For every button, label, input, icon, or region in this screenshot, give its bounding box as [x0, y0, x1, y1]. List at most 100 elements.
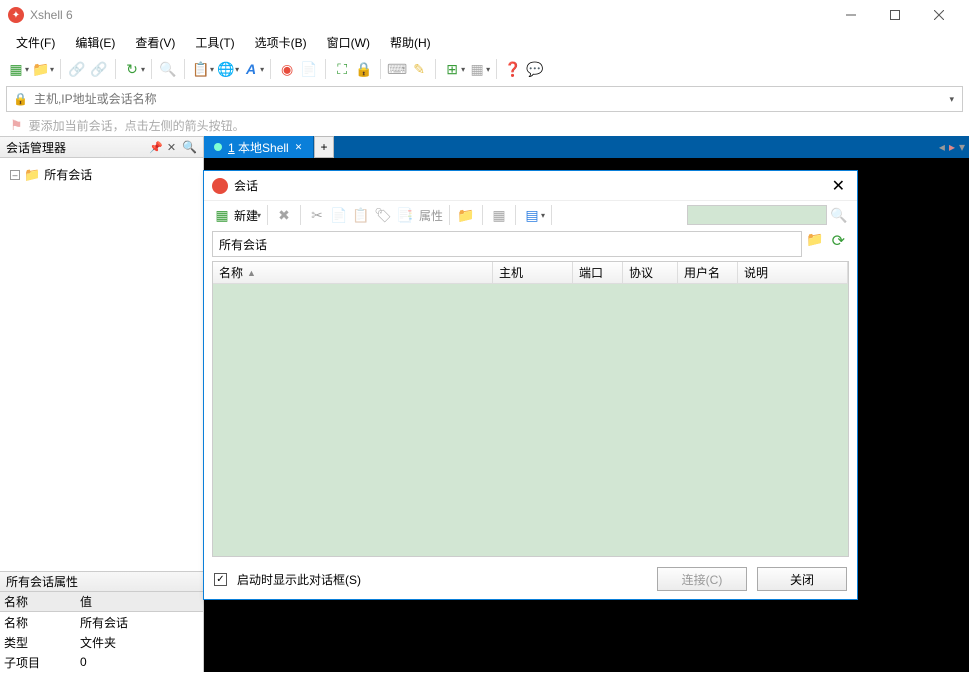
open-icon[interactable]: 📁 [31, 59, 51, 79]
menu-tools[interactable]: 工具(T) [185, 32, 244, 53]
dialog-close-button[interactable]: ✕ [828, 176, 849, 196]
sidebar-title: 会话管理器 [6, 139, 149, 156]
globe-icon[interactable]: 🌐 [216, 59, 236, 79]
prop-col-value: 值 [76, 593, 92, 610]
copy-icon[interactable]: 📋 [191, 59, 211, 79]
menu-edit[interactable]: 编辑(E) [65, 32, 125, 53]
dialog-path-bar: 所有会话 📁 ⟳ [212, 231, 849, 257]
dlg-folder-icon[interactable]: 📁 [456, 205, 476, 225]
show-on-start-checkbox[interactable]: ✓ [214, 573, 227, 586]
link2-icon[interactable]: 🔗 [89, 59, 109, 79]
dlg-props-label: 属性 [419, 207, 443, 224]
dlg-cut-icon[interactable]: ✂ [307, 205, 327, 225]
hint-text: 要添加当前会话，点击左侧的箭头按钮。 [29, 117, 245, 134]
fullscreen-icon[interactable]: ⛶ [332, 59, 352, 79]
dlg-view-icon[interactable]: ▦ [489, 205, 509, 225]
dialog-icon [212, 178, 228, 194]
minimize-button[interactable] [829, 0, 873, 30]
lock-icon[interactable]: 🔒 [354, 59, 374, 79]
font-icon[interactable]: A [241, 59, 261, 79]
link-icon[interactable]: 🔗 [67, 59, 87, 79]
sidebar-search-icon[interactable]: 🔍 [182, 140, 197, 154]
col-name[interactable]: 名称▲ [213, 262, 493, 283]
menu-view[interactable]: 查看(V) [125, 32, 185, 53]
dlg-layout-icon[interactable]: ▤ [522, 205, 542, 225]
feedback-icon[interactable]: 💬 [525, 59, 545, 79]
new-window-icon[interactable]: ⊞ [442, 59, 462, 79]
lock-small-icon: 🔒 [13, 92, 28, 106]
window-controls [829, 0, 961, 30]
session-list[interactable]: 名称▲ 主机 端口 协议 用户名 说明 [212, 261, 849, 557]
col-host[interactable]: 主机 [493, 262, 573, 283]
col-protocol[interactable]: 协议 [623, 262, 678, 283]
record-icon[interactable]: ◉ [277, 59, 297, 79]
tile-icon[interactable]: ▦ [467, 59, 487, 79]
tab-local-shell[interactable]: 1 本地Shell ✕ [204, 136, 314, 158]
doc-icon[interactable]: 📄 [299, 59, 319, 79]
tab-strip: 1 本地Shell ✕ + ◂ ▸ ▾ [204, 136, 969, 158]
close-button[interactable] [917, 0, 961, 30]
highlight-icon[interactable]: ✎ [409, 59, 429, 79]
menu-file[interactable]: 文件(F) [6, 32, 65, 53]
close-dialog-button[interactable]: 关闭 [757, 567, 847, 591]
dialog-toolbar: ▦ 新建 ▾ ✖ ✂ 📄 📋 🏷 📑 属性 📁 ▦ ▤▾ 🔍 [204, 201, 857, 229]
dlg-browse-icon[interactable]: 📁 [806, 231, 823, 257]
host-input[interactable] [34, 92, 942, 106]
app-icon: ✦ [8, 7, 24, 23]
hint-bar: ⚑ 要添加当前会话，点击左侧的箭头按钮。 [0, 114, 969, 136]
prop-col-name: 名称 [0, 593, 76, 610]
pin-icon[interactable]: 📌 [149, 141, 163, 154]
keyboard-icon[interactable]: ⌨ [387, 59, 407, 79]
tab-menu-icon[interactable]: ▾ [959, 140, 965, 154]
tab-status-dot [214, 143, 222, 151]
dlg-rename-icon[interactable]: 🏷 [373, 205, 393, 225]
dlg-paste-icon[interactable]: 📋 [351, 205, 371, 225]
tab-next-icon[interactable]: ▸ [949, 140, 955, 154]
help-icon[interactable]: ❓ [503, 59, 523, 79]
list-header: 名称▲ 主机 端口 协议 用户名 说明 [213, 262, 848, 284]
dlg-delete-icon[interactable]: ✖ [274, 205, 294, 225]
col-port[interactable]: 端口 [573, 262, 623, 283]
dialog-bottom: ✓ 启动时显示此对话框(S) 连接(C) 关闭 [204, 559, 857, 599]
dlg-new-label[interactable]: 新建 [234, 207, 258, 224]
session-tree[interactable]: – 📁 所有会话 [0, 158, 203, 572]
tree-root-label: 所有会话 [44, 166, 92, 183]
connect-button[interactable]: 连接(C) [657, 567, 747, 591]
tab-label: 本地Shell [238, 141, 289, 155]
dlg-props-icon[interactable]: 📑 [395, 205, 415, 225]
main-toolbar: ▦▾ 📁▾ 🔗 🔗 ↻▾ 🔍 📋▾ 🌐▾ A▾ ◉ 📄 ⛶ 🔒 ⌨ ✎ ⊞▾ ▦… [0, 54, 969, 84]
search-icon[interactable]: 🔍 [158, 59, 178, 79]
dlg-path-text: 所有会话 [219, 236, 267, 253]
menu-tabs[interactable]: 选项卡(B) [245, 32, 317, 53]
sessions-dialog: 会话 ✕ ▦ 新建 ▾ ✖ ✂ 📄 📋 🏷 📑 属性 📁 ▦ ▤▾ 🔍 所有会话… [203, 170, 858, 600]
menu-window[interactable]: 窗口(W) [317, 32, 380, 53]
sidebar-close-icon[interactable]: ✕ [167, 141, 176, 154]
dlg-search-box[interactable] [687, 205, 827, 225]
dlg-path-box[interactable]: 所有会话 [212, 231, 802, 257]
tab-close-icon[interactable]: ✕ [295, 142, 303, 153]
expand-icon[interactable]: – [10, 170, 20, 180]
address-dropdown[interactable]: ▾ [941, 94, 962, 105]
dlg-copy-icon[interactable]: 📄 [329, 205, 349, 225]
menubar: 文件(F) 编辑(E) 查看(V) 工具(T) 选项卡(B) 窗口(W) 帮助(… [0, 30, 969, 54]
dialog-title: 会话 [234, 177, 828, 194]
col-desc[interactable]: 说明 [738, 262, 848, 283]
properties-grid: 名称 值 名称所有会话 类型文件夹 子项目0 [0, 592, 203, 672]
col-user[interactable]: 用户名 [678, 262, 738, 283]
properties-title: 所有会话属性 [6, 573, 78, 590]
menu-help[interactable]: 帮助(H) [380, 32, 441, 53]
new-session-icon[interactable]: ▦ [6, 59, 26, 79]
tree-root-item[interactable]: – 📁 所有会话 [6, 164, 197, 185]
new-tab-button[interactable]: + [314, 136, 334, 158]
dlg-new-icon[interactable]: ▦ [212, 205, 232, 225]
address-bar[interactable]: 🔒 ▾ [6, 86, 963, 112]
folder-icon: 📁 [24, 167, 40, 183]
dlg-refresh-icon[interactable]: ⟳ [828, 231, 849, 257]
tab-prev-icon[interactable]: ◂ [939, 140, 945, 154]
tab-nav: ◂ ▸ ▾ [939, 136, 965, 158]
dlg-search-icon[interactable]: 🔍 [829, 205, 849, 225]
maximize-button[interactable] [873, 0, 917, 30]
tab-number: 1 [228, 141, 235, 155]
refresh-icon[interactable]: ↻ [122, 59, 142, 79]
list-body[interactable] [213, 284, 848, 556]
